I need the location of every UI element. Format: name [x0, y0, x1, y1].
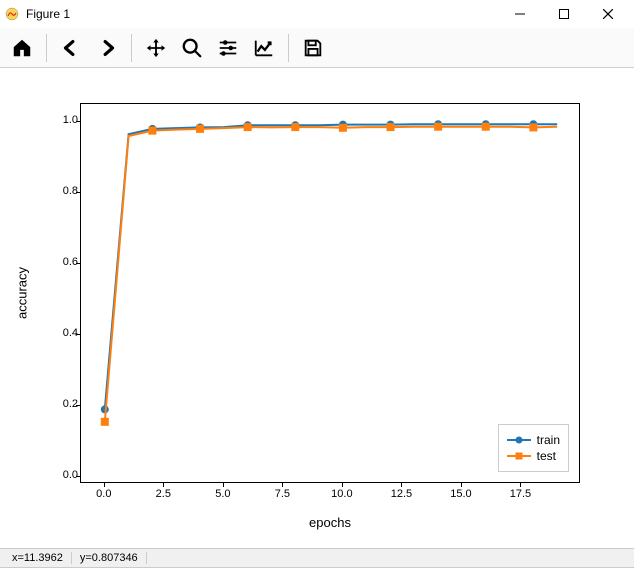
y-tick-label: 1.0 [48, 114, 78, 126]
status-x: x=11.3962 [4, 552, 72, 564]
legend-label: test [537, 449, 556, 463]
pan-button[interactable] [138, 30, 174, 66]
titlebar: Figure 1 [0, 0, 634, 28]
separator [131, 34, 132, 62]
legend-item-train: train [507, 433, 560, 447]
legend-item-test: test [507, 449, 560, 463]
legend: train test [498, 424, 569, 472]
plot-box: train test [80, 103, 580, 483]
x-tick-label: 10.0 [331, 488, 352, 500]
save-button[interactable] [295, 30, 331, 66]
toolbar [0, 28, 634, 68]
x-tick-label: 12.5 [391, 488, 412, 500]
y-tick-label: 0.6 [48, 256, 78, 268]
y-tick-label: 0.4 [48, 327, 78, 339]
zoom-button[interactable] [174, 30, 210, 66]
x-tick-label: 15.0 [450, 488, 471, 500]
close-button[interactable] [586, 0, 630, 28]
x-tick-label: 7.5 [275, 488, 290, 500]
back-button[interactable] [53, 30, 89, 66]
x-tick-label: 0.0 [96, 488, 111, 500]
separator [288, 34, 289, 62]
y-tick-label: 0.0 [48, 469, 78, 481]
y-axis-label: accuracy [15, 267, 30, 319]
configure-button[interactable] [210, 30, 246, 66]
legend-label: train [537, 433, 560, 447]
edit-axis-button[interactable] [246, 30, 282, 66]
home-button[interactable] [4, 30, 40, 66]
y-tick-label: 0.2 [48, 398, 78, 410]
app-icon [4, 6, 20, 22]
statusbar: x=11.3962 y=0.807346 [0, 548, 634, 568]
x-axis-label: epochs [309, 515, 351, 530]
x-tick-label: 5.0 [215, 488, 230, 500]
window-title: Figure 1 [26, 7, 498, 21]
x-tick-label: 17.5 [510, 488, 531, 500]
minimize-button[interactable] [498, 0, 542, 28]
window-controls [498, 0, 630, 28]
forward-button[interactable] [89, 30, 125, 66]
separator [46, 34, 47, 62]
x-tick-label: 2.5 [156, 488, 171, 500]
y-tick-label: 0.8 [48, 185, 78, 197]
status-y: y=0.807346 [72, 552, 147, 564]
maximize-button[interactable] [542, 0, 586, 28]
chart-area[interactable]: accuracy epochs train test 0.0 0.2 0.4 0.6 0… [0, 68, 634, 548]
